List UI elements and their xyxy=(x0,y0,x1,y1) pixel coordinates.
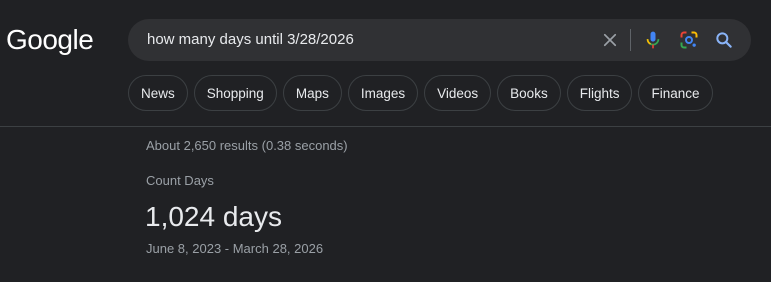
chip-shopping[interactable]: Shopping xyxy=(193,75,277,111)
google-logo[interactable]: Google xyxy=(6,22,94,58)
image-search-button[interactable] xyxy=(677,28,701,52)
chip-images[interactable]: Images xyxy=(347,75,419,111)
search-icon xyxy=(716,32,732,48)
chip-flights[interactable]: Flights xyxy=(566,75,633,111)
date-range: June 8, 2023 - March 28, 2026 xyxy=(146,241,324,256)
search-results-page: Google how many days until 3/28/2026 New… xyxy=(0,0,771,282)
search-divider xyxy=(630,29,631,51)
close-icon xyxy=(603,33,617,47)
search-box[interactable]: how many days until 3/28/2026 xyxy=(128,19,751,61)
search-input[interactable]: how many days until 3/28/2026 xyxy=(147,19,354,61)
chip-finance[interactable]: Finance xyxy=(638,75,713,111)
header-divider xyxy=(0,126,771,127)
clear-search-button[interactable] xyxy=(598,28,622,52)
search-button[interactable] xyxy=(712,28,736,52)
answer-value: 1,024 days xyxy=(145,201,282,232)
lens-icon xyxy=(680,31,698,49)
chip-news[interactable]: News xyxy=(128,75,188,111)
answer-card-label: Count Days xyxy=(146,173,214,188)
chip-books[interactable]: Books xyxy=(497,75,561,111)
chip-maps[interactable]: Maps xyxy=(282,75,342,111)
voice-search-button[interactable] xyxy=(641,28,665,52)
mic-icon xyxy=(646,31,660,49)
filter-chips: News Shopping Maps Images Videos Books F… xyxy=(128,75,713,111)
result-stats: About 2,650 results (0.38 seconds) xyxy=(146,138,348,153)
chip-videos[interactable]: Videos xyxy=(424,75,492,111)
